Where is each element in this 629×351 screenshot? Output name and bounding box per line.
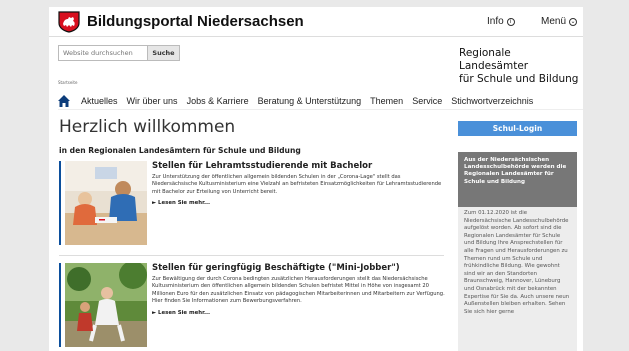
- teaser-body: Stellen für geringfügig Beschäftigte ("M…: [152, 263, 447, 316]
- main-content: Herzlich willkommen in den Regionalen La…: [59, 117, 447, 351]
- teaser-card: Stellen für geringfügig Beschäftigte ("M…: [59, 263, 447, 351]
- portal-title[interactable]: Bildungsportal Niedersachsen: [87, 13, 304, 30]
- info-label: Info: [487, 16, 504, 27]
- sidebar-box-title: Aus der Niedersächsischen Landesschulbeh…: [458, 152, 577, 207]
- teaser-accent-bar: [59, 161, 61, 245]
- breadcrumb[interactable]: Startseite: [58, 80, 77, 85]
- nav-item-beratung[interactable]: Beratung & Unterstützung: [258, 96, 362, 106]
- main-nav: Aktuelles Wir über uns Jobs & Karriere B…: [58, 92, 583, 110]
- search-input[interactable]: [58, 45, 148, 61]
- brand-line-1: Regionale Landesämter: [459, 47, 529, 72]
- chevron-down-icon: ⌄: [569, 17, 578, 26]
- nav-item-aktuelles[interactable]: Aktuelles: [81, 96, 118, 106]
- schul-login-button[interactable]: Schul-Login: [458, 121, 577, 136]
- read-more-link[interactable]: ► Lesen Sie mehr...: [152, 310, 447, 316]
- page-subtitle: in den Regionalen Landesämtern für Schul…: [59, 146, 301, 155]
- sidebar-info-box: Aus der Niedersächsischen Landesschulbeh…: [458, 152, 577, 351]
- teaser-text: Zur Bewältigung der durch Corona bedingt…: [152, 276, 445, 305]
- top-bar: Bildungsportal Niedersachsen Info i Menü…: [49, 7, 583, 37]
- search-form: Suche: [58, 45, 180, 61]
- info-icon: i: [506, 17, 515, 26]
- teaser-body: Stellen für Lehramtsstudierende mit Bach…: [152, 161, 447, 206]
- nav-item-jobs-karriere[interactable]: Jobs & Karriere: [187, 96, 249, 106]
- teaser-accent-bar: [59, 263, 61, 347]
- teaser-card: Stellen für Lehramtsstudierende mit Bach…: [59, 161, 444, 251]
- teaser-title[interactable]: Stellen für Lehramtsstudierende mit Bach…: [152, 161, 447, 171]
- menu-button[interactable]: Menü ⌄: [541, 16, 578, 27]
- teaser-title[interactable]: Stellen für geringfügig Beschäftigte ("M…: [152, 263, 447, 273]
- teaser-image-classroom[interactable]: [65, 161, 147, 245]
- read-more-link[interactable]: ► Lesen Sie mehr...: [152, 200, 447, 206]
- teaser-image-playground[interactable]: [65, 263, 147, 347]
- divider: [59, 255, 444, 256]
- nav-item-wir-ueber-uns[interactable]: Wir über uns: [127, 96, 178, 106]
- search-button[interactable]: Suche: [148, 45, 180, 61]
- niedersachsen-logo[interactable]: [58, 10, 80, 33]
- page-title: Herzlich willkommen: [59, 117, 236, 137]
- brand-line-2: für Schule und Bildung: [459, 73, 579, 85]
- nav-item-service[interactable]: Service: [412, 96, 442, 106]
- sidebar-box-text: Zum 01.12.2020 ist die Niedersächsische …: [464, 210, 570, 315]
- nav-item-stichwortverzeichnis[interactable]: Stichwortverzeichnis: [451, 96, 533, 106]
- home-icon[interactable]: [58, 94, 70, 107]
- brand-wordmark[interactable]: Regionale Landesämter für Schule und Bil…: [459, 47, 583, 86]
- teaser-text: Zur Unterstützung der öffentlichen allge…: [152, 174, 442, 195]
- menu-label: Menü: [541, 16, 567, 27]
- info-link[interactable]: Info i: [487, 16, 515, 27]
- page: Bildungsportal Niedersachsen Info i Menü…: [49, 7, 583, 351]
- nav-item-themen[interactable]: Themen: [370, 96, 403, 106]
